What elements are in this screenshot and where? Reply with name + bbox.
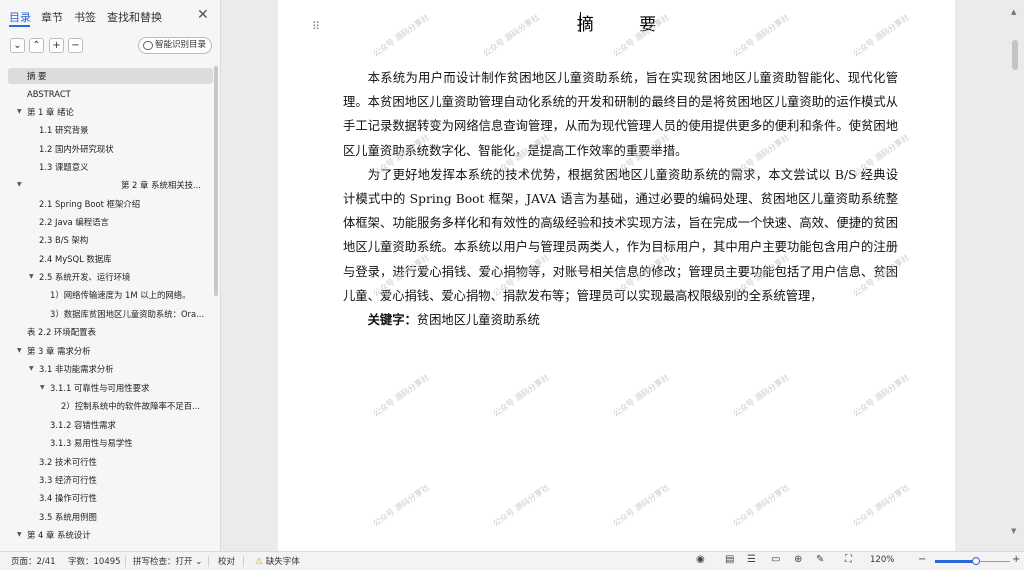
- plus-icon[interactable]: +: [49, 38, 64, 53]
- chevron-down-icon[interactable]: ⌄: [10, 38, 25, 53]
- toc-item[interactable]: 3.3 经济可行性: [8, 472, 213, 488]
- tab-toc[interactable]: 目录: [9, 9, 31, 25]
- fit-page-icon[interactable]: ⛶: [845, 554, 852, 565]
- chevron-down-icon: ⌄: [195, 557, 203, 567]
- toc-item[interactable]: 3.1.3 易用性与易学性: [8, 435, 213, 451]
- close-icon[interactable]: ✕: [197, 7, 209, 23]
- toc-item[interactable]: ▼ 第 3 章 需求分析: [8, 343, 213, 359]
- document-scrollbar[interactable]: [1012, 40, 1018, 70]
- zoom-slider-fill: [935, 560, 977, 563]
- eye-icon[interactable]: ◉: [696, 554, 705, 565]
- watermark: 公众号 源码分享社: [491, 372, 552, 419]
- page-view-icon[interactable]: ▤: [725, 554, 734, 565]
- active-tab-indicator: [9, 25, 30, 27]
- chevron-up-icon[interactable]: ⌃: [29, 38, 44, 53]
- minus-icon[interactable]: −: [68, 38, 83, 53]
- spellcheck-toggle[interactable]: 拼写检查：打开 ⌄: [133, 555, 202, 567]
- zoom-level[interactable]: 120%: [870, 555, 894, 565]
- expand-arrow-icon[interactable]: ▼: [29, 361, 34, 377]
- keywords-line: 关键字：贫困地区儿童资助系统: [343, 308, 898, 332]
- keywords-value: 贫困地区儿童资助系统: [416, 313, 540, 328]
- divider: [125, 556, 126, 567]
- zoom-slider-thumb[interactable]: [972, 557, 981, 565]
- watermark: 公众号 源码分享社: [851, 482, 912, 529]
- warning-icon: ⚠: [255, 557, 264, 567]
- nav-tabs: 目录 章节 书签 查找和替换 ✕: [0, 0, 221, 32]
- toc-item[interactable]: 1）网络传输速度为 1M 以上的网络。: [8, 287, 213, 303]
- toc-item[interactable]: 1.1 研究背景: [8, 122, 213, 138]
- document-page[interactable]: ⠿ 摘 要 本系统为用户而设计制作贫困地区儿童资助系统，旨在实现贫困地区儿童资助…: [278, 0, 955, 551]
- watermark: 公众号 源码分享社: [371, 372, 432, 419]
- toc-item[interactable]: ▼ 2.5 系统开发、运行环境: [8, 269, 213, 285]
- divider: [208, 556, 209, 567]
- toc-scrollbar[interactable]: [214, 66, 218, 296]
- toc-item[interactable]: 2）控制系统中的软件故障率不足百...: [8, 398, 213, 414]
- divider: [243, 556, 244, 567]
- expand-arrow-icon[interactable]: ▼: [17, 343, 22, 359]
- navigation-panel: 目录 章节 书签 查找和替换 ✕ ⌄ ⌃ + − 智能识别目录 摘 要 ABST…: [0, 0, 221, 551]
- watermark: 公众号 源码分享社: [731, 482, 792, 529]
- page-title: 摘 要: [576, 15, 677, 35]
- abstract-paragraph: 为了更好地发挥本系统的技术优势，根据贫困地区儿童资助系统的需求，本文尝试以 B/…: [343, 167, 898, 303]
- abstract-body: 本系统为用户而设计制作贫困地区儿童资助系统，旨在实现贫困地区儿童资助智能化、现代…: [343, 66, 898, 332]
- status-bar: 页面：2/41 字数：10495 拼写检查：打开 ⌄ 校对 ⚠ 缺失字体 ◉ ▤…: [0, 551, 1024, 570]
- globe-icon[interactable]: ⊕: [794, 554, 802, 565]
- document-area: ⠿ 摘 要 本系统为用户而设计制作贫困地区儿童资助系统，旨在实现贫困地区儿童资助…: [222, 0, 1024, 551]
- smart-recognize-icon: [143, 41, 153, 50]
- toc-item[interactable]: 3.2 技术可行性: [8, 454, 213, 470]
- tab-find-replace[interactable]: 查找和替换: [107, 9, 162, 25]
- expand-arrow-icon[interactable]: ▼: [40, 380, 45, 396]
- smart-toc-button[interactable]: 智能识别目录: [138, 37, 212, 54]
- toc-item[interactable]: ▼ 3.1 非功能需求分析: [8, 361, 213, 377]
- zoom-out-icon[interactable]: −: [918, 554, 926, 565]
- toc-item[interactable]: 3.1.2 容错性需求: [8, 417, 213, 433]
- pen-icon[interactable]: ✎: [816, 554, 824, 565]
- scroll-down-icon[interactable]: ▼: [1011, 527, 1016, 535]
- toc-item[interactable]: 摘 要: [8, 68, 213, 84]
- smart-toc-label: 智能识别目录: [155, 40, 207, 50]
- tab-bookmarks[interactable]: 书签: [74, 9, 96, 25]
- missing-font-button[interactable]: ⚠ 缺失字体: [255, 555, 300, 567]
- scroll-up-icon[interactable]: ▲: [1011, 8, 1016, 16]
- toc-toolbar: ⌄ ⌃ + − 智能识别目录: [0, 36, 221, 58]
- watermark: 公众号 源码分享社: [731, 372, 792, 419]
- expand-arrow-icon[interactable]: ▼: [29, 269, 34, 285]
- toc-item[interactable]: 3.4 操作可行性: [8, 490, 213, 506]
- toc-item[interactable]: ▼ 3.1.1 可靠性与可用性要求: [8, 380, 213, 396]
- expand-arrow-icon[interactable]: ▼: [17, 527, 22, 543]
- toc-item[interactable]: ▼ 第 1 章 绪论: [8, 104, 213, 120]
- toc-item[interactable]: 2.4 MySQL 数据库: [8, 251, 213, 267]
- toc-item[interactable]: 1.3 课题意义: [8, 159, 213, 175]
- toc-item[interactable]: ABSTRACT: [8, 86, 213, 102]
- toc-item[interactable]: 2.1 Spring Boot 框架介绍: [8, 196, 213, 212]
- toc-item[interactable]: 2.2 Java 编程语言: [8, 214, 213, 230]
- page-indicator[interactable]: 页面：2/41: [11, 555, 56, 567]
- toc-item[interactable]: 1.2 国内外研究现状: [8, 141, 213, 157]
- outline-view-icon[interactable]: ☰: [747, 554, 756, 565]
- toc-item[interactable]: ▼ 第 4 章 系统设计: [8, 527, 213, 543]
- abstract-paragraph: 本系统为用户而设计制作贫困地区儿童资助系统，旨在实现贫困地区儿童资助智能化、现代…: [343, 71, 898, 158]
- watermark: 公众号 源码分享社: [611, 372, 672, 419]
- watermark: 公众号 源码分享社: [371, 482, 432, 529]
- watermark: 公众号 源码分享社: [611, 482, 672, 529]
- tab-chapters[interactable]: 章节: [41, 9, 63, 25]
- proofread-button[interactable]: 校对: [218, 555, 235, 567]
- word-count[interactable]: 字数：10495: [68, 555, 121, 567]
- watermark: 公众号 源码分享社: [851, 372, 912, 419]
- toc-item[interactable]: ▼ 第 2 章 系统相关技...: [8, 177, 213, 193]
- toc-item[interactable]: 2.3 B/S 架构: [8, 232, 213, 248]
- toc-item[interactable]: 3）数据库贫困地区儿童资助系统：Ora...: [8, 306, 213, 322]
- watermark: 公众号 源码分享社: [491, 482, 552, 529]
- expand-arrow-icon[interactable]: ▼: [17, 104, 22, 120]
- text-caret: [580, 12, 581, 32]
- zoom-in-icon[interactable]: +: [1012, 554, 1020, 565]
- expand-arrow-icon[interactable]: ▼: [17, 177, 22, 193]
- keywords-label: 关键字：: [367, 312, 417, 328]
- toc-item[interactable]: 表 2.2 环境配置表: [8, 324, 213, 340]
- toc-item[interactable]: 3.5 系统用例图: [8, 509, 213, 525]
- web-layout-icon[interactable]: ▭: [771, 554, 780, 565]
